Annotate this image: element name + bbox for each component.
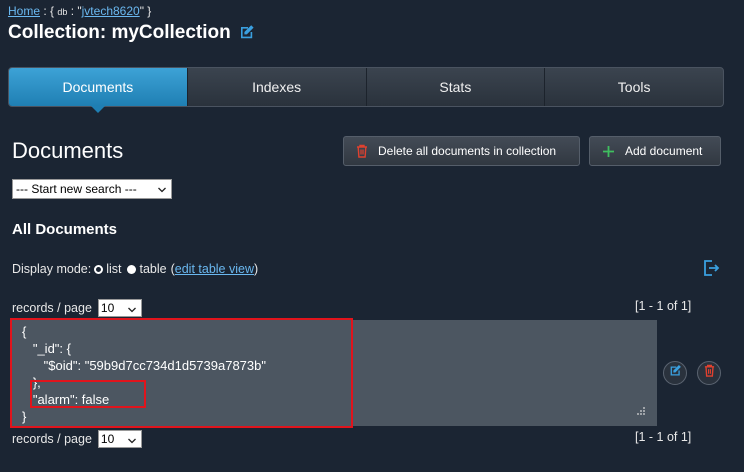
tab-bar: Documents Indexes Stats Tools (8, 67, 724, 113)
edit-document-button[interactable] (663, 361, 687, 385)
tab-stats[interactable]: Stats (367, 68, 546, 106)
display-mode-label: Display mode: (12, 262, 92, 276)
display-mode-list-radio[interactable] (94, 264, 104, 274)
add-document-label: Add document (625, 144, 703, 158)
search-select[interactable]: --- Start new search --- (12, 179, 172, 199)
tab-tools[interactable]: Tools (545, 68, 723, 106)
edit-icon (669, 364, 682, 382)
edit-icon[interactable] (239, 24, 255, 46)
breadcrumb-home-link[interactable]: Home (8, 4, 40, 18)
records-per-page-select[interactable]: 10 (97, 299, 142, 319)
records-per-page-label: records / page (12, 432, 92, 446)
display-mode-table-radio[interactable] (127, 264, 137, 274)
plus-icon (602, 145, 615, 158)
display-mode-row: Display mode: list table (edit table vie… (12, 262, 258, 276)
highlight-box-document (10, 318, 353, 428)
breadcrumb-separator: " } (139, 4, 152, 18)
record-count-top: [1 - 1 of 1] (635, 299, 692, 313)
chevron-down-icon (127, 434, 137, 450)
trash-icon (704, 364, 715, 382)
chevron-down-icon (157, 184, 167, 198)
records-per-page-value: 10 (100, 301, 115, 315)
breadcrumb-db-label: db (57, 7, 68, 17)
breadcrumb-separator: : " (67, 4, 82, 18)
breadcrumb-db-link[interactable]: jvtech8620 (82, 4, 140, 18)
tab-indexes[interactable]: Indexes (188, 68, 367, 106)
display-mode-list-label: list (106, 262, 122, 276)
resize-handle-icon[interactable] (637, 402, 645, 420)
delete-document-button[interactable] (697, 361, 721, 385)
search-select-value: --- Start new search --- (16, 182, 137, 196)
delete-all-documents-button[interactable]: Delete all documents in collection (343, 136, 580, 166)
add-document-button[interactable]: Add document (589, 136, 721, 166)
records-per-page-label: records / page (12, 301, 92, 315)
records-per-page-select[interactable]: 10 (97, 430, 142, 450)
records-per-page-value: 10 (100, 432, 115, 446)
breadcrumb: Home : { db : "jvtech8620" } (8, 4, 151, 18)
delete-all-documents-label: Delete all documents in collection (378, 144, 557, 158)
edit-table-view-link[interactable]: edit table view (175, 262, 254, 276)
page-title-text: Collection: myCollection (8, 22, 231, 43)
export-icon[interactable] (702, 259, 720, 282)
record-count-bottom: [1 - 1 of 1] (635, 430, 692, 444)
trash-icon (356, 144, 368, 158)
records-per-page-top: records / page 10 (12, 299, 142, 317)
display-mode-table-label: table (139, 262, 167, 276)
documents-heading: Documents (12, 138, 124, 163)
highlight-box-alarm-field (30, 380, 146, 408)
all-documents-heading: All Documents (12, 221, 118, 238)
breadcrumb-separator: : { (40, 4, 58, 18)
tab-documents[interactable]: Documents (9, 68, 188, 113)
chevron-down-icon (127, 303, 137, 319)
paren-close: ) (253, 262, 259, 276)
records-per-page-bottom: records / page 10 (12, 430, 142, 448)
page-title: Collection: myCollection (8, 22, 255, 46)
